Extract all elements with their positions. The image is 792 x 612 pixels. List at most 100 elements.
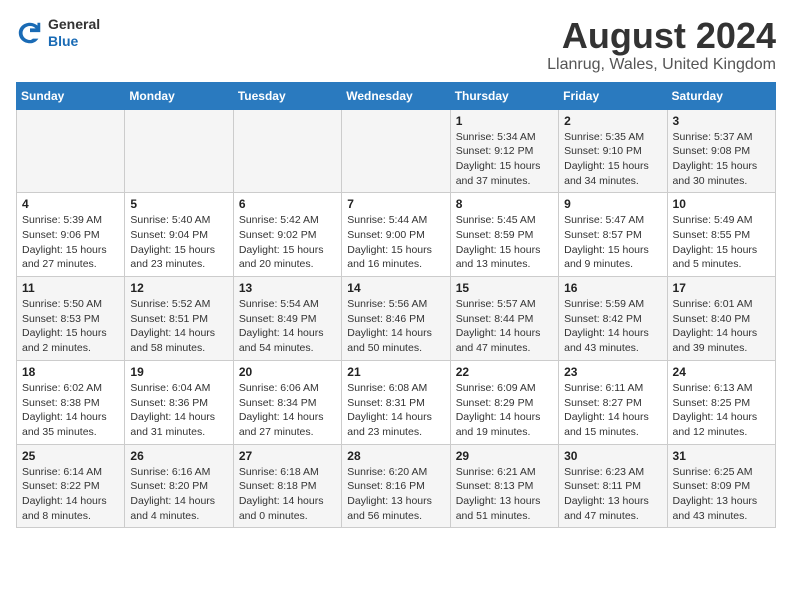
calendar-week-row: 11 Sunrise: 5:50 AM Sunset: 8:53 PM Dayli… <box>17 277 776 361</box>
day-number: 28 <box>347 449 444 463</box>
day-number: 3 <box>673 114 770 128</box>
calendar-day-cell: 19Sunrise: 6:04 AM Sunset: 8:36 PM Dayli… <box>125 360 233 444</box>
calendar-day-cell: 3Sunrise: 5:37 AM Sunset: 9:08 PM Daylig… <box>667 109 775 193</box>
calendar-day-cell <box>233 109 341 193</box>
day-number: 10 <box>673 197 770 211</box>
calendar-day-cell: 12 Sunrise: 5:52 AM Sunset: 8:51 PM Dayli… <box>125 277 233 361</box>
calendar-header-row: SundayMondayTuesdayWednesdayThursdayFrid… <box>17 82 776 109</box>
calendar-day-cell: 16Sunrise: 5:59 AM Sunset: 8:42 PM Dayli… <box>559 277 667 361</box>
calendar-day-cell: 21 Sunrise: 6:08 AM Sunset: 8:31 PM Dayli… <box>342 360 450 444</box>
calendar-day-cell: 25Sunrise: 6:14 AM Sunset: 8:22 PM Dayli… <box>17 444 125 528</box>
calendar-day-cell: 29 Sunrise: 6:21 AM Sunset: 8:13 PM Dayli… <box>450 444 558 528</box>
day-number: 8 <box>456 197 553 211</box>
page-header: General Blue August 2024 Llanrug, Wales,… <box>16 16 776 74</box>
day-info: Sunrise: 5:40 AM Sunset: 9:04 PM Dayligh… <box>130 213 227 272</box>
day-number: 18 <box>22 365 119 379</box>
calendar-table: SundayMondayTuesdayWednesdayThursdayFrid… <box>16 82 776 529</box>
calendar-day-cell: 11 Sunrise: 5:50 AM Sunset: 8:53 PM Dayli… <box>17 277 125 361</box>
day-number: 13 <box>239 281 336 295</box>
day-info: Sunrise: 5:47 AM Sunset: 8:57 PM Dayligh… <box>564 213 661 272</box>
day-info: Sunrise: 6:06 AM Sunset: 8:34 PM Dayligh… <box>239 381 336 440</box>
calendar-day-header: Thursday <box>450 82 558 109</box>
day-info: Sunrise: 5:52 AM Sunset: 8:51 PM Dayligh… <box>130 297 227 356</box>
logo-general-text: General <box>48 16 100 33</box>
day-number: 27 <box>239 449 336 463</box>
day-info: Sunrise: 5:35 AM Sunset: 9:10 PM Dayligh… <box>564 130 661 189</box>
calendar-day-cell <box>17 109 125 193</box>
calendar-day-header: Tuesday <box>233 82 341 109</box>
calendar-day-cell: 15 Sunrise: 5:57 AM Sunset: 8:44 PM Dayli… <box>450 277 558 361</box>
day-info: Sunrise: 5:54 AM Sunset: 8:49 PM Dayligh… <box>239 297 336 356</box>
day-info: Sunrise: 6:25 AM Sunset: 8:09 PM Dayligh… <box>673 465 770 524</box>
title-area: August 2024 Llanrug, Wales, United Kingd… <box>547 16 776 74</box>
day-number: 23 <box>564 365 661 379</box>
day-number: 11 <box>22 281 119 295</box>
calendar-subtitle: Llanrug, Wales, United Kingdom <box>547 56 776 74</box>
day-number: 29 <box>456 449 553 463</box>
calendar-day-header: Wednesday <box>342 82 450 109</box>
day-number: 15 <box>456 281 553 295</box>
calendar-title: August 2024 <box>547 16 776 56</box>
calendar-day-cell: 24Sunrise: 6:13 AM Sunset: 8:25 PM Dayli… <box>667 360 775 444</box>
calendar-day-cell: 20 Sunrise: 6:06 AM Sunset: 8:34 PM Dayli… <box>233 360 341 444</box>
day-info: Sunrise: 5:57 AM Sunset: 8:44 PM Dayligh… <box>456 297 553 356</box>
day-info: Sunrise: 6:13 AM Sunset: 8:25 PM Dayligh… <box>673 381 770 440</box>
day-number: 30 <box>564 449 661 463</box>
day-info: Sunrise: 6:23 AM Sunset: 8:11 PM Dayligh… <box>564 465 661 524</box>
calendar-day-cell: 9 Sunrise: 5:47 AM Sunset: 8:57 PM Daylig… <box>559 193 667 277</box>
day-number: 9 <box>564 197 661 211</box>
day-info: Sunrise: 6:11 AM Sunset: 8:27 PM Dayligh… <box>564 381 661 440</box>
day-info: Sunrise: 6:08 AM Sunset: 8:31 PM Dayligh… <box>347 381 444 440</box>
calendar-week-row: 18Sunrise: 6:02 AM Sunset: 8:38 PM Dayli… <box>17 360 776 444</box>
day-number: 31 <box>673 449 770 463</box>
day-number: 21 <box>347 365 444 379</box>
day-number: 22 <box>456 365 553 379</box>
calendar-day-cell: 2 Sunrise: 5:35 AM Sunset: 9:10 PM Daylig… <box>559 109 667 193</box>
day-info: Sunrise: 6:18 AM Sunset: 8:18 PM Dayligh… <box>239 465 336 524</box>
calendar-day-cell: 31 Sunrise: 6:25 AM Sunset: 8:09 PM Dayli… <box>667 444 775 528</box>
day-number: 16 <box>564 281 661 295</box>
logo-icon <box>16 19 44 47</box>
day-info: Sunrise: 6:21 AM Sunset: 8:13 PM Dayligh… <box>456 465 553 524</box>
calendar-week-row: 25Sunrise: 6:14 AM Sunset: 8:22 PM Dayli… <box>17 444 776 528</box>
calendar-day-header: Friday <box>559 82 667 109</box>
calendar-day-cell: 22 Sunrise: 6:09 AM Sunset: 8:29 PM Dayli… <box>450 360 558 444</box>
day-number: 2 <box>564 114 661 128</box>
calendar-day-cell: 10Sunrise: 5:49 AM Sunset: 8:55 PM Dayli… <box>667 193 775 277</box>
logo-blue-text: Blue <box>48 33 100 50</box>
day-number: 7 <box>347 197 444 211</box>
day-info: Sunrise: 6:01 AM Sunset: 8:40 PM Dayligh… <box>673 297 770 356</box>
day-info: Sunrise: 5:50 AM Sunset: 8:53 PM Dayligh… <box>22 297 119 356</box>
calendar-day-cell: 13 Sunrise: 5:54 AM Sunset: 8:49 PM Dayli… <box>233 277 341 361</box>
day-number: 4 <box>22 197 119 211</box>
calendar-day-cell <box>342 109 450 193</box>
day-number: 25 <box>22 449 119 463</box>
day-info: Sunrise: 6:16 AM Sunset: 8:20 PM Dayligh… <box>130 465 227 524</box>
day-number: 26 <box>130 449 227 463</box>
day-number: 14 <box>347 281 444 295</box>
day-number: 5 <box>130 197 227 211</box>
calendar-day-cell <box>125 109 233 193</box>
day-number: 20 <box>239 365 336 379</box>
calendar-day-cell: 5 Sunrise: 5:40 AM Sunset: 9:04 PM Daylig… <box>125 193 233 277</box>
day-info: Sunrise: 6:20 AM Sunset: 8:16 PM Dayligh… <box>347 465 444 524</box>
calendar-day-header: Monday <box>125 82 233 109</box>
calendar-day-cell: 6Sunrise: 5:42 AM Sunset: 9:02 PM Daylig… <box>233 193 341 277</box>
calendar-day-cell: 1Sunrise: 5:34 AM Sunset: 9:12 PM Daylig… <box>450 109 558 193</box>
day-number: 12 <box>130 281 227 295</box>
calendar-day-header: Sunday <box>17 82 125 109</box>
calendar-day-cell: 17 Sunrise: 6:01 AM Sunset: 8:40 PM Dayli… <box>667 277 775 361</box>
day-info: Sunrise: 5:44 AM Sunset: 9:00 PM Dayligh… <box>347 213 444 272</box>
calendar-day-cell: 26 Sunrise: 6:16 AM Sunset: 8:20 PM Dayli… <box>125 444 233 528</box>
calendar-day-cell: 23 Sunrise: 6:11 AM Sunset: 8:27 PM Dayli… <box>559 360 667 444</box>
day-number: 17 <box>673 281 770 295</box>
day-info: Sunrise: 5:56 AM Sunset: 8:46 PM Dayligh… <box>347 297 444 356</box>
day-number: 19 <box>130 365 227 379</box>
calendar-week-row: 1Sunrise: 5:34 AM Sunset: 9:12 PM Daylig… <box>17 109 776 193</box>
calendar-day-cell: 4Sunrise: 5:39 AM Sunset: 9:06 PM Daylig… <box>17 193 125 277</box>
day-info: Sunrise: 6:09 AM Sunset: 8:29 PM Dayligh… <box>456 381 553 440</box>
calendar-day-cell: 18Sunrise: 6:02 AM Sunset: 8:38 PM Dayli… <box>17 360 125 444</box>
calendar-week-row: 4Sunrise: 5:39 AM Sunset: 9:06 PM Daylig… <box>17 193 776 277</box>
calendar-day-cell: 14 Sunrise: 5:56 AM Sunset: 8:46 PM Dayli… <box>342 277 450 361</box>
calendar-day-header: Saturday <box>667 82 775 109</box>
